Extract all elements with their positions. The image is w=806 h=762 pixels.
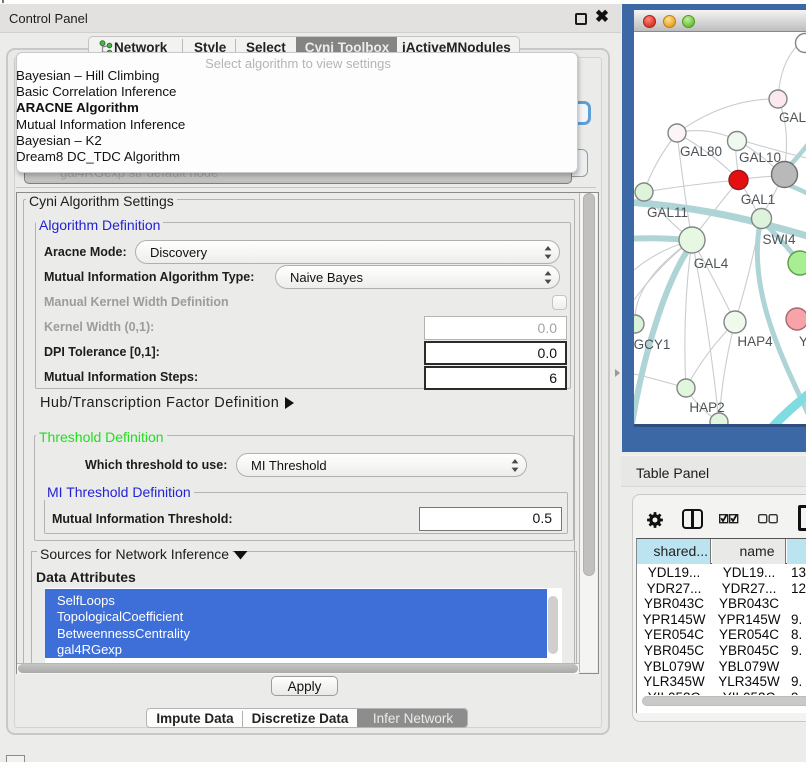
- svg-text:GCY1: GCY1: [634, 337, 670, 352]
- svg-text:GAL10: GAL10: [739, 150, 781, 165]
- svg-text:GAL11: GAL11: [647, 205, 688, 220]
- svg-text:Y: Y: [799, 334, 806, 349]
- svg-text:HAP2: HAP2: [689, 400, 724, 415]
- svg-text:GAL1: GAL1: [741, 192, 776, 207]
- svg-text:GAL2: GAL2: [779, 110, 806, 125]
- svg-text:GAL80: GAL80: [680, 144, 722, 159]
- svg-text:GAL4: GAL4: [694, 256, 729, 271]
- svg-text:HAP4: HAP4: [737, 334, 773, 349]
- svg-text:SWI4: SWI4: [762, 232, 795, 247]
